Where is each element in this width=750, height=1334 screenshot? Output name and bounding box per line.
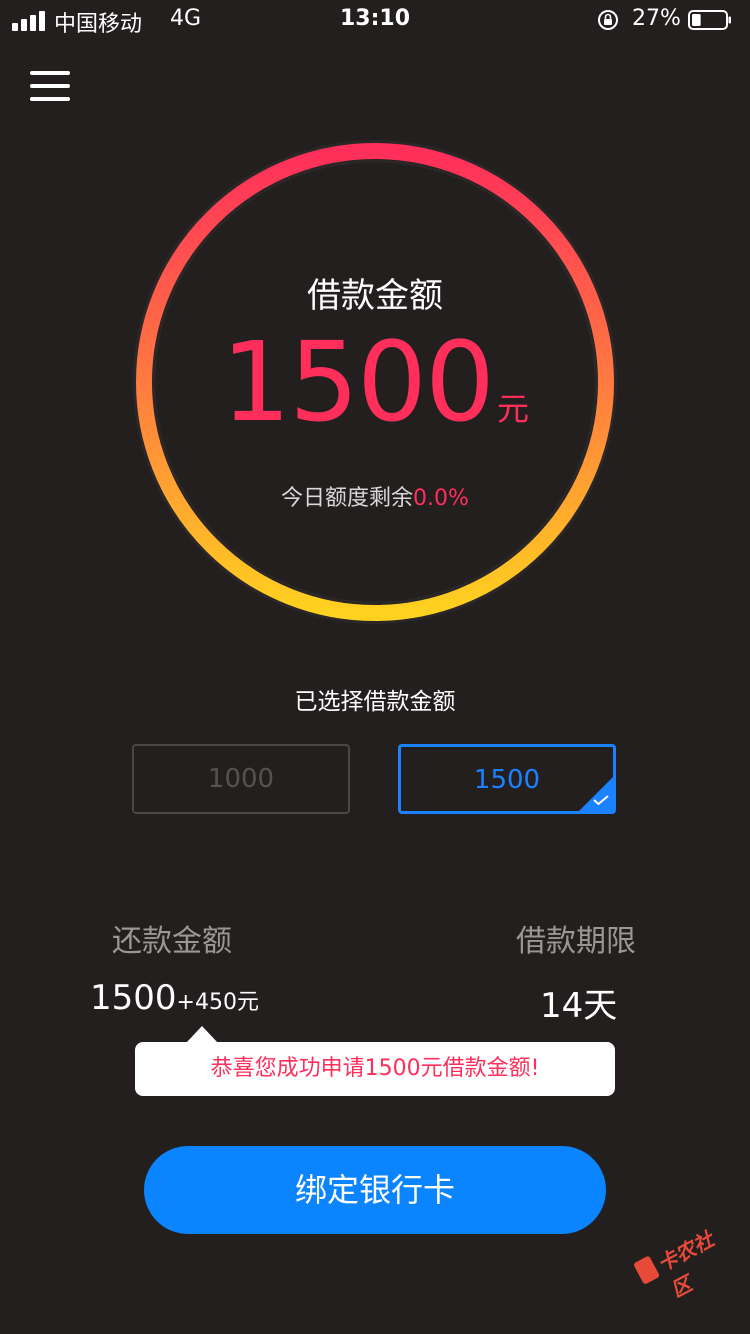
battery-icon xyxy=(688,10,731,30)
amount-option-label: 1500 xyxy=(473,765,541,795)
repayment-amount-label: 还款金额 xyxy=(112,924,232,959)
loan-amount-value: 1500 xyxy=(221,318,495,446)
loan-page: 中国移动 4G 13:10 27% 借款金额 1500 元 今日额度剩余0.0%… xyxy=(0,0,750,1334)
success-tooltip: 恭喜您成功申请1500元借款金额! xyxy=(135,1042,615,1096)
battery-percentage: 27% xyxy=(632,6,681,31)
loan-amount-unit: 元 xyxy=(496,390,529,428)
gauge-title: 借款金额 xyxy=(307,276,443,316)
rotation-lock-icon xyxy=(598,10,618,30)
loan-amount-gauge: 借款金额 1500 元 今日额度剩余0.0% xyxy=(127,134,623,630)
repayment-interest: +450元 xyxy=(176,990,259,1015)
selected-corner-badge xyxy=(577,775,613,811)
watermark: 卡农社区 xyxy=(629,1212,733,1302)
remaining-quota-value: 0.0% xyxy=(413,486,469,511)
watermark-text: 卡农社区 xyxy=(653,1227,718,1302)
selected-amount-label: 已选择借款金额 xyxy=(294,689,456,715)
loan-term-value: 14天 xyxy=(540,986,618,1026)
amount-option-label: 1000 xyxy=(207,764,275,794)
amount-option-1000[interactable]: 1000 xyxy=(132,744,350,814)
amount-option-1500[interactable]: 1500 xyxy=(398,744,616,814)
repayment-base: 1500 xyxy=(90,978,177,1018)
tooltip-arrow xyxy=(186,1026,218,1043)
remaining-quota-label: 今日额度剩余 xyxy=(281,486,414,511)
loan-amount: 1500 元 xyxy=(127,312,623,452)
remaining-quota: 今日额度剩余0.0% xyxy=(127,480,623,512)
loan-term-label: 借款期限 xyxy=(516,924,636,959)
repayment-amount-value: 1500+450元 xyxy=(90,978,259,1018)
status-bar: 中国移动 4G 13:10 27% xyxy=(0,0,750,40)
bind-bank-card-button[interactable]: 绑定银行卡 xyxy=(144,1146,606,1234)
checkmark-icon xyxy=(593,795,609,805)
menu-icon[interactable] xyxy=(28,68,72,104)
